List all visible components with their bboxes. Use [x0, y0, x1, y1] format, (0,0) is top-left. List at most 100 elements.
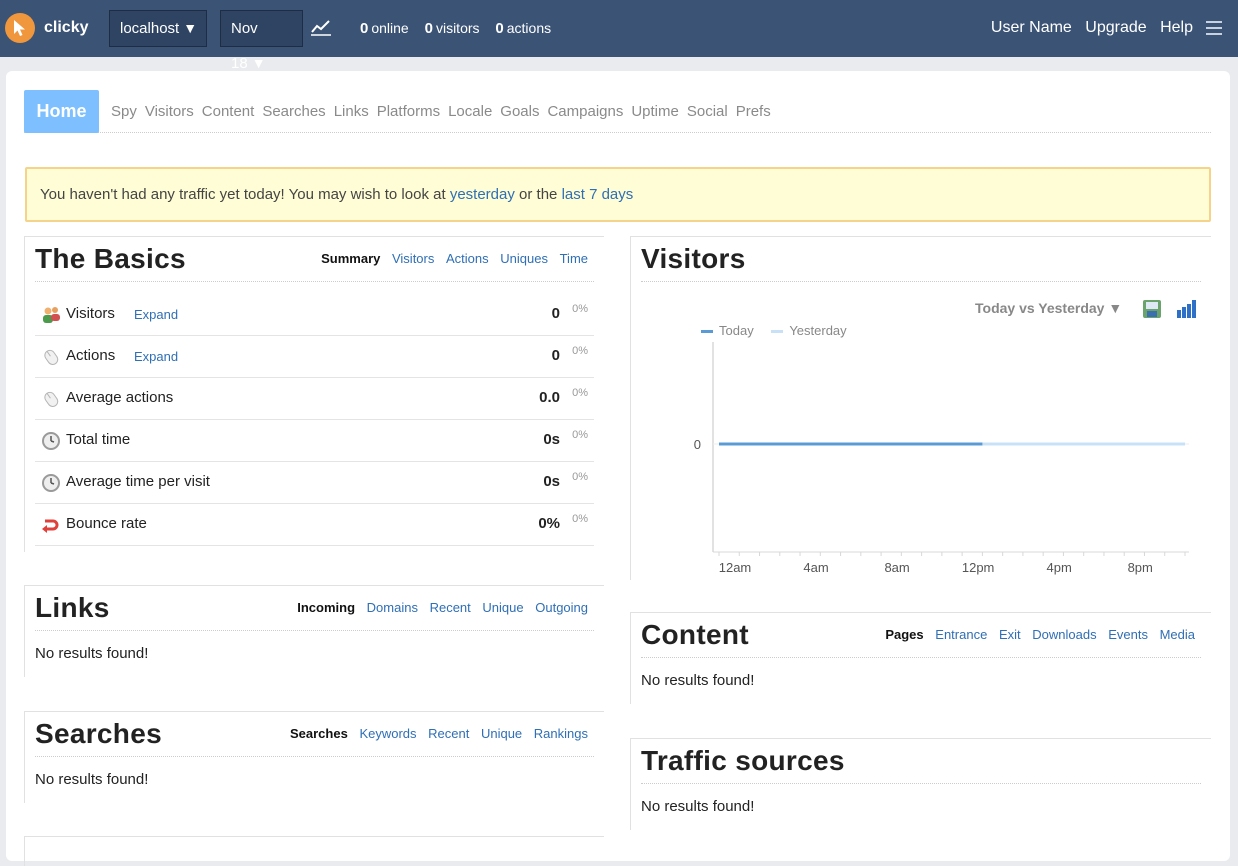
row-value: 0 — [551, 305, 560, 322]
subtab-summary[interactable]: Summary — [321, 251, 380, 266]
subtab-exit[interactable]: Exit — [999, 627, 1021, 642]
row-label: Average time per visit — [66, 473, 210, 490]
subtab-incoming[interactable]: Incoming — [297, 600, 355, 615]
visitors-stat[interactable]: 0 visitors — [425, 20, 480, 37]
subtab-keywords[interactable]: Keywords — [359, 726, 416, 741]
basics-row-average-time-per-visit: Average time per visit 0s 0% — [35, 462, 594, 504]
tab-home[interactable]: Home — [24, 90, 99, 133]
tab-locale[interactable]: Locale — [448, 103, 492, 120]
main-panel: Home Spy Visitors Content Searches Links Plat… — [6, 71, 1230, 866]
row-label: Visitors — [66, 305, 115, 322]
subtab-unique[interactable]: Unique — [481, 726, 522, 741]
searches-header: Searches Searches Keywords Recent Unique… — [35, 712, 594, 757]
basics-row-actions: Actions Expand 0 0% — [35, 336, 594, 378]
right-nav: User Name Upgrade Help — [982, 19, 1193, 37]
subtab-rankings[interactable]: Rankings — [534, 726, 588, 741]
row-value: 0.0 — [539, 389, 560, 406]
x-tick-label: 8am — [884, 560, 909, 575]
traffic-empty-message: No results found! — [641, 798, 755, 815]
subtab-uniques[interactable]: Uniques — [500, 251, 548, 266]
brand-name[interactable]: clicky — [44, 19, 88, 37]
visitors-icon — [41, 305, 61, 325]
subtab-recent[interactable]: Recent — [428, 726, 469, 741]
tab-platforms[interactable]: Platforms — [377, 103, 440, 120]
subtab-entrance[interactable]: Entrance — [935, 627, 987, 642]
x-tick-label: 12am — [719, 560, 752, 575]
upgrade-link[interactable]: Upgrade — [1085, 19, 1146, 36]
clock-icon — [41, 431, 61, 451]
tab-visitors[interactable]: Visitors — [145, 103, 194, 120]
content-empty-message: No results found! — [641, 672, 755, 689]
date-select[interactable]: Nov 18 ▼ — [220, 10, 303, 72]
tab-spy[interactable]: Spy — [111, 103, 137, 120]
row-percent: 0% — [572, 345, 588, 357]
tab-prefs[interactable]: Prefs — [736, 103, 771, 120]
chevron-down-icon: ▼ — [183, 20, 198, 36]
clicky-logo-icon[interactable] — [5, 13, 35, 43]
subtab-domains[interactable]: Domains — [367, 600, 418, 615]
links-subtabs: Incoming Domains Recent Unique Outgoing — [297, 600, 588, 615]
tab-content[interactable]: Content — [202, 103, 255, 120]
links-empty-message: No results found! — [35, 645, 149, 662]
expand-link[interactable]: Expand — [134, 349, 178, 364]
subtab-actions[interactable]: Actions — [446, 251, 489, 266]
links-header: Links Incoming Domains Recent Unique Out… — [35, 586, 594, 631]
searches-empty-message: No results found! — [35, 771, 149, 788]
subtab-pages[interactable]: Pages — [885, 627, 923, 642]
subtab-time[interactable]: Time — [560, 251, 588, 266]
links-box: Links Incoming Domains Recent Unique Out… — [24, 585, 604, 677]
basics-title: The Basics — [35, 243, 186, 274]
compare-select[interactable]: Today vs Yesterday ▼ — [975, 300, 1122, 316]
content-subtabs: Pages Entrance Exit Downloads Events Med… — [885, 627, 1195, 642]
tab-links[interactable]: Links — [334, 103, 369, 120]
tab-campaigns[interactable]: Campaigns — [547, 103, 623, 120]
mouse-icon — [41, 389, 61, 409]
legend-swatch-today — [701, 330, 713, 334]
tab-uptime[interactable]: Uptime — [631, 103, 679, 120]
notice-mid-text: or the — [514, 186, 562, 203]
legend-yesterday[interactable]: Yesterday — [771, 323, 847, 338]
subtab-downloads[interactable]: Downloads — [1032, 627, 1096, 642]
bounce-icon — [41, 515, 61, 535]
y-tick-label: 0 — [694, 437, 701, 452]
bar-chart-icon[interactable] — [1176, 299, 1198, 319]
subtab-visitors[interactable]: Visitors — [392, 251, 434, 266]
traffic-header: Traffic sources — [641, 739, 1201, 784]
tab-searches[interactable]: Searches — [262, 103, 325, 120]
row-percent: 0% — [572, 513, 588, 525]
subtab-outgoing[interactable]: Outgoing — [535, 600, 588, 615]
subtab-media[interactable]: Media — [1160, 627, 1195, 642]
x-tick-label: 4am — [803, 560, 828, 575]
actions-stat[interactable]: 0 actions — [495, 20, 551, 37]
help-link[interactable]: Help — [1160, 19, 1193, 36]
last-7-days-link[interactable]: last 7 days — [562, 186, 634, 203]
trend-chart-icon[interactable] — [310, 18, 332, 36]
subtab-events[interactable]: Events — [1108, 627, 1148, 642]
visitors-header: Visitors — [641, 237, 1201, 282]
x-tick-label: 4pm — [1047, 560, 1072, 575]
hamburger-menu-icon[interactable] — [1206, 21, 1222, 35]
legend-today[interactable]: Today — [701, 323, 754, 338]
row-label: Total time — [66, 431, 131, 448]
online-stat[interactable]: 0 online — [360, 20, 409, 37]
row-value: 0% — [538, 515, 560, 532]
subtab-recent[interactable]: Recent — [430, 600, 471, 615]
legend-swatch-yesterday — [771, 330, 784, 334]
tab-social[interactable]: Social — [687, 103, 728, 120]
yesterday-link[interactable]: yesterday — [450, 186, 515, 203]
tab-goals[interactable]: Goals — [500, 103, 539, 120]
row-value: 0s — [543, 473, 560, 490]
traffic-sources-box: Traffic sources No results found! — [630, 738, 1211, 830]
subtab-unique[interactable]: Unique — [482, 600, 523, 615]
basics-row-average-actions: Average actions 0.0 0% — [35, 378, 594, 420]
row-value: 0 — [551, 347, 560, 364]
subtab-searches[interactable]: Searches — [290, 726, 348, 741]
site-select-value: localhost — [120, 20, 180, 37]
searches-title: Searches — [35, 718, 162, 749]
row-percent: 0% — [572, 387, 588, 399]
user-menu[interactable]: User Name — [991, 19, 1072, 36]
expand-link[interactable]: Expand — [134, 307, 178, 322]
row-label: Bounce rate — [66, 515, 147, 532]
site-select[interactable]: localhost ▼ — [109, 10, 207, 47]
export-save-icon[interactable] — [1142, 299, 1162, 319]
